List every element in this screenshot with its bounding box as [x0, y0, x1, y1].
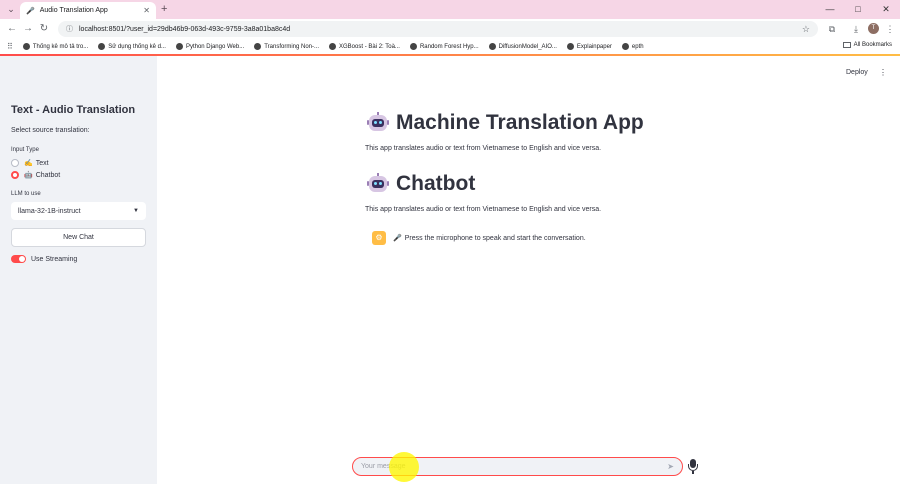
close-window-icon[interactable]: ✕: [872, 0, 900, 19]
chatbot-title: Chatbot: [396, 172, 476, 195]
toggle-knob: [19, 256, 25, 262]
bookmark-favicon-icon: [98, 43, 106, 50]
robot-icon: [367, 112, 389, 134]
bookmark-star-icon[interactable]: ☆: [802, 24, 810, 35]
extensions-icon[interactable]: ⧉: [826, 23, 838, 35]
bookmark-item[interactable]: Python Django Web...: [175, 43, 244, 50]
bookmark-item[interactable]: XGBoost - Bài 2: Toà...: [329, 43, 400, 50]
input-type-label: Input Type: [11, 147, 39, 153]
bookmark-item[interactable]: Sử dụng thống kê d...: [98, 43, 166, 50]
app-description: This app translates audio or text from V…: [365, 145, 602, 152]
writing-hand-icon: ✍: [24, 160, 33, 167]
microphone-icon: 🎤: [26, 7, 35, 15]
back-icon[interactable]: ←: [6, 23, 18, 35]
window-controls: — □ ✕: [816, 0, 900, 19]
bookmark-item[interactable]: epth: [621, 43, 644, 50]
address-bar[interactable]: ⓘ localhost:8501/?user_id=29db46b9-063d-…: [58, 21, 818, 37]
apps-grid-icon[interactable]: ⠿: [7, 42, 13, 51]
maximize-icon[interactable]: □: [844, 0, 872, 19]
radio-button-selected[interactable]: [11, 171, 19, 179]
browser-menu-icon[interactable]: ⋮: [884, 23, 896, 35]
robot-icon: 🤖: [24, 172, 33, 179]
streaming-label: Use Streaming: [31, 255, 78, 263]
browser-toolbar: ← → ↻ ⓘ localhost:8501/?user_id=29db46b9…: [0, 19, 900, 39]
robot-icon: [367, 173, 389, 195]
bookmarks-bar: ⠿ Thống kê mô tả tro... Sử dụng thống kê…: [0, 39, 900, 54]
radio-button[interactable]: [11, 159, 19, 167]
bookmark-item[interactable]: Random Forest Hyp...: [409, 43, 479, 50]
llm-select-value: llama-32-1B-instruct: [18, 207, 81, 215]
download-icon[interactable]: ⤓: [850, 23, 862, 35]
streaming-toggle-row[interactable]: Use Streaming: [11, 255, 77, 263]
sidebar-title: Text - Audio Translation: [11, 104, 136, 116]
chevron-down-icon: ▼: [133, 208, 139, 214]
radio-option-text[interactable]: ✍ Text: [11, 159, 49, 167]
minimize-icon[interactable]: —: [816, 0, 844, 19]
bookmark-item[interactable]: DiffusionModel_AIO...: [488, 43, 557, 50]
browser-tab-bar: ⌄ 🎤 Audio Translation App ✕ + — □ ✕: [0, 0, 900, 19]
bookmark-item[interactable]: Transforming Non-...: [254, 43, 319, 50]
tab-title: Audio Translation App: [39, 7, 108, 14]
all-bookmarks[interactable]: All Bookmarks: [842, 42, 892, 48]
forward-icon[interactable]: →: [22, 23, 34, 35]
assistant-avatar-icon: ⚙: [372, 231, 386, 245]
cursor-highlight: [389, 452, 419, 482]
bookmark-item[interactable]: Thống kê mô tả tro...: [22, 43, 88, 50]
microphone-button[interactable]: [686, 458, 700, 475]
assistant-message: ⚙ 🎤 Press the microphone to speak and st…: [372, 231, 586, 245]
bookmark-favicon-icon: [566, 43, 574, 50]
deploy-button[interactable]: Deploy: [846, 69, 868, 76]
send-icon[interactable]: ➤: [667, 462, 674, 471]
kebab-menu-icon[interactable]: ⋮: [879, 68, 887, 77]
bookmark-item[interactable]: Explainpaper: [566, 43, 612, 50]
reload-icon[interactable]: ↻: [38, 23, 50, 35]
browser-tab[interactable]: 🎤 Audio Translation App ✕: [20, 2, 156, 19]
folder-icon: [842, 42, 851, 48]
page-title: Machine Translation App: [396, 111, 644, 134]
chatbot-description: This app translates audio or text from V…: [365, 206, 602, 213]
bookmark-favicon-icon: [621, 43, 629, 50]
close-tab-icon[interactable]: ✕: [143, 6, 150, 15]
radio-label: Text: [35, 159, 49, 167]
streaming-toggle[interactable]: [11, 255, 26, 263]
new-tab-icon[interactable]: +: [161, 3, 167, 15]
microphone-icon: 🎤: [393, 235, 402, 242]
bookmark-favicon-icon: [409, 43, 417, 50]
url-text: localhost:8501/?user_id=29db46b9-063d-49…: [79, 25, 291, 33]
profile-avatar[interactable]: T: [868, 23, 879, 34]
assistant-message-text: Press the microphone to speak and start …: [404, 234, 586, 242]
radio-option-chatbot[interactable]: 🤖 Chatbot: [11, 171, 60, 179]
bookmark-favicon-icon: [329, 43, 337, 50]
site-info-icon[interactable]: ⓘ: [66, 24, 73, 34]
llm-select[interactable]: llama-32-1B-instruct ▼: [11, 202, 146, 220]
new-chat-button[interactable]: New Chat: [11, 228, 146, 247]
bookmark-favicon-icon: [254, 43, 262, 50]
radio-label: Chatbot: [35, 171, 61, 179]
sidebar-subtitle: Select source translation:: [11, 127, 90, 134]
tab-search-icon[interactable]: ⌄: [5, 3, 17, 15]
bookmark-favicon-icon: [175, 43, 183, 50]
sidebar: Text - Audio Translation Select source t…: [0, 56, 157, 484]
bookmark-favicon-icon: [22, 43, 30, 50]
bookmark-favicon-icon: [488, 43, 496, 50]
llm-label: LLM to use: [11, 191, 41, 197]
